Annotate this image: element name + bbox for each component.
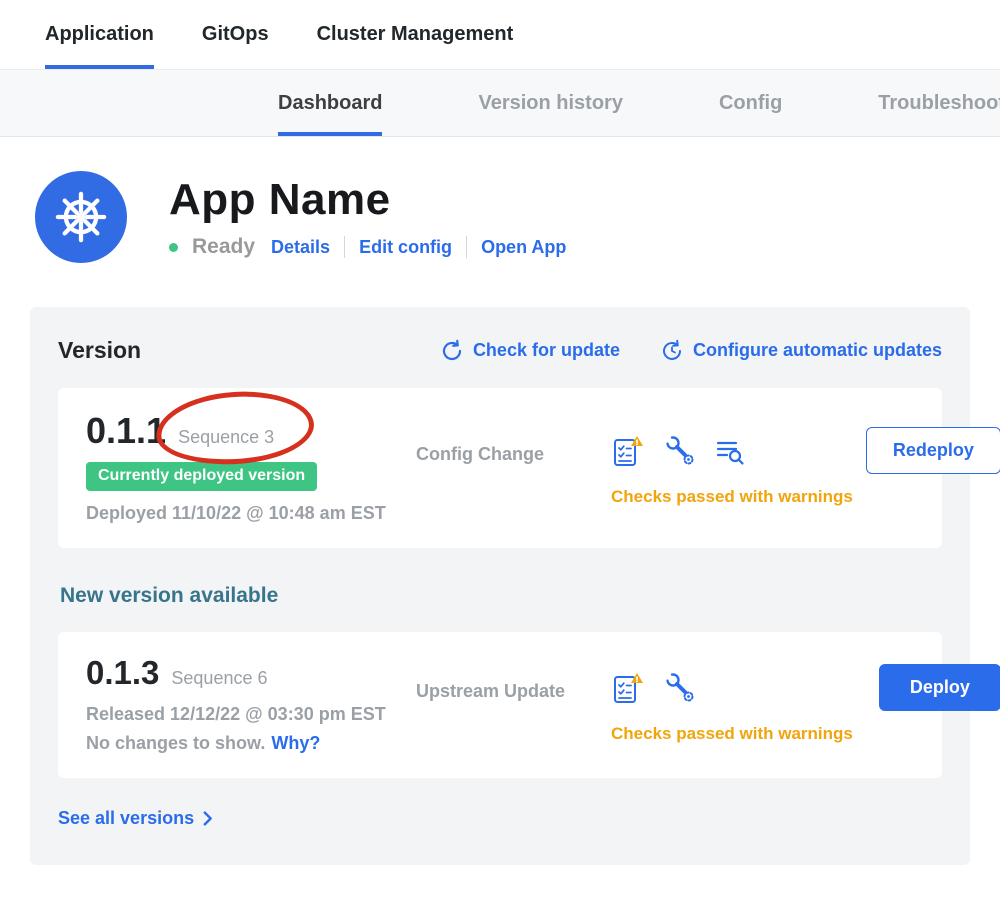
current-sequence-label: Sequence 3 xyxy=(178,427,274,448)
view-files-icon[interactable] xyxy=(715,436,745,466)
preflight-checks-icon[interactable] xyxy=(611,671,645,705)
chevron-right-icon xyxy=(203,811,213,826)
current-version-card: 0.1.1 Sequence 3 Currently deployed vers… xyxy=(58,388,942,548)
status-text: Ready xyxy=(192,235,255,259)
see-all-versions-label: See all versions xyxy=(58,808,194,829)
tab-config[interactable]: Config xyxy=(719,70,782,136)
available-version-card: 0.1.3 Sequence 6 Released 12/12/22 @ 03:… xyxy=(58,632,942,778)
open-app-link[interactable]: Open App xyxy=(481,237,566,258)
primary-nav: Application GitOps Cluster Management xyxy=(0,0,1000,70)
no-changes-text: No changes to show. xyxy=(86,733,265,753)
configure-automatic-updates-link[interactable]: Configure automatic updates xyxy=(660,339,942,363)
current-version-info: 0.1.1 Sequence 3 Currently deployed vers… xyxy=(86,410,416,524)
available-version-info: 0.1.3 Sequence 6 Released 12/12/22 @ 03:… xyxy=(86,654,416,754)
config-tools-icon[interactable] xyxy=(663,671,697,705)
tab-gitops[interactable]: GitOps xyxy=(202,0,269,69)
tab-cluster-management[interactable]: Cluster Management xyxy=(317,0,514,69)
released-timestamp: Released 12/12/22 @ 03:30 pm EST xyxy=(86,704,416,725)
deploy-button[interactable]: Deploy xyxy=(879,664,1000,711)
current-version-number: 0.1.1 xyxy=(86,410,166,452)
current-version-actions: Redeploy Checks passed with warnings xyxy=(611,410,1000,524)
tab-version-history[interactable]: Version history xyxy=(478,70,623,136)
panel-title: Version xyxy=(58,337,141,364)
tab-dashboard[interactable]: Dashboard xyxy=(278,70,382,136)
panel-actions: Check for update Configure automatic upd… xyxy=(440,339,942,363)
current-checks-status: Checks passed with warnings xyxy=(611,487,853,507)
available-version-actions: Deploy Checks passed with warnings xyxy=(611,654,1000,754)
divider xyxy=(466,236,467,258)
check-for-update-label: Check for update xyxy=(473,340,620,361)
deployed-badge: Currently deployed version xyxy=(86,462,317,491)
version-panel: Version Check for update xyxy=(30,307,970,865)
secondary-nav: Dashboard Version history Config Trouble… xyxy=(0,70,1000,137)
available-checks-status: Checks passed with warnings xyxy=(611,724,853,744)
new-version-heading: New version available xyxy=(60,584,942,608)
check-for-update-link[interactable]: Check for update xyxy=(440,339,620,363)
auto-update-icon xyxy=(660,339,684,363)
available-version-number: 0.1.3 xyxy=(86,654,159,692)
configure-automatic-updates-label: Configure automatic updates xyxy=(693,340,942,361)
tab-troubleshoot[interactable]: Troubleshoot xyxy=(878,70,1000,136)
see-all-versions-link[interactable]: See all versions xyxy=(58,808,213,829)
redeploy-button[interactable]: Redeploy xyxy=(866,427,1000,474)
why-link[interactable]: Why? xyxy=(271,733,320,753)
deployed-timestamp: Deployed 11/10/22 @ 10:48 am EST xyxy=(86,503,416,524)
tab-application[interactable]: Application xyxy=(45,0,154,69)
status-dot xyxy=(169,243,178,252)
kubernetes-logo xyxy=(35,171,127,263)
available-sequence-label: Sequence 6 xyxy=(171,668,267,689)
divider xyxy=(344,236,345,258)
version-panel-header: Version Check for update xyxy=(58,337,942,364)
refresh-icon xyxy=(440,339,464,363)
status-row: Ready Details Edit config Open App xyxy=(169,235,566,259)
edit-config-link[interactable]: Edit config xyxy=(359,237,452,258)
page-title: App Name xyxy=(169,175,566,225)
current-change-type-label: Config Change xyxy=(416,444,611,465)
details-link[interactable]: Details xyxy=(271,237,330,258)
available-change-type-label: Upstream Update xyxy=(416,681,611,702)
config-tools-icon[interactable] xyxy=(663,434,697,468)
app-header: App Name Ready Details Edit config Open … xyxy=(35,171,1000,263)
preflight-checks-icon[interactable] xyxy=(611,434,645,468)
